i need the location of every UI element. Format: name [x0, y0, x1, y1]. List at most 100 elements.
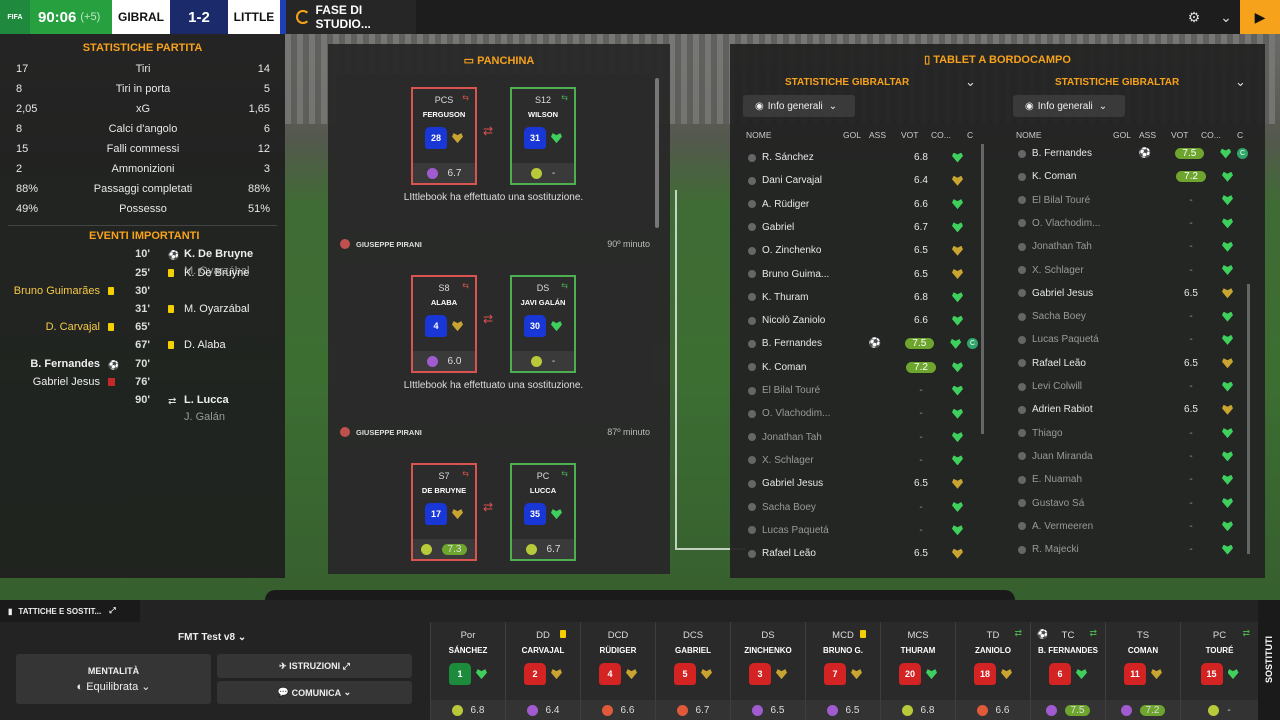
column-header[interactable]: C — [1237, 130, 1243, 140]
player-row[interactable]: Jonathan Tah - — [748, 426, 978, 449]
column-header[interactable]: CO... — [931, 130, 951, 140]
player-row[interactable]: R. Majecki - — [1018, 538, 1248, 561]
player-row[interactable]: Lucas Paquetá - — [1018, 328, 1248, 351]
chevron-down-icon[interactable]: ⌄ — [1235, 74, 1246, 90]
lineup-player[interactable]: DCS GABRIEL 5 6.7 — [655, 622, 730, 720]
lineup-player[interactable]: Por SÁNCHEZ 1 6.8 — [430, 622, 505, 720]
player-card-in[interactable]: PC LUCCA 35 6.7 ⇆ — [510, 463, 576, 561]
lineup-player[interactable]: PC TOURÉ 15- ⇄ — [1180, 622, 1258, 720]
player-card-in[interactable]: S12 WILSON 31- ⇆ — [510, 87, 576, 185]
lineup-player[interactable]: DD CARVAJAL 2 6.4 — [505, 622, 580, 720]
lineup-player[interactable]: DCD RÜDIGER 4 6.6 — [580, 622, 655, 720]
chevron-down-icon[interactable]: ⌄ — [1210, 0, 1242, 34]
player-row[interactable]: Rafael Leão 6.5 — [748, 542, 978, 565]
column-header[interactable]: GOL — [1113, 130, 1131, 140]
player-name: Rafael Leão — [1032, 357, 1086, 369]
player-row[interactable]: A. Vermeeren - — [1018, 515, 1248, 538]
player-card-in[interactable]: DS JAVI GALÁN 30- ⇆ — [510, 275, 576, 373]
player-row[interactable]: Gabriel Jesus 6.5 — [1018, 282, 1248, 305]
lineup-player[interactable]: TC B. FERNANDES 6 7.5 ⇄ ⚽ — [1030, 622, 1105, 720]
player-row[interactable]: Jonathan Tah - — [1018, 235, 1248, 258]
column-header[interactable]: NOME — [1016, 130, 1042, 140]
column-header[interactable]: ASS — [1139, 130, 1156, 140]
info-dropdown[interactable]: ◉ Info generali ⌄ — [1013, 95, 1125, 117]
match-phase[interactable]: FASE DI STUDIO... — [286, 0, 416, 34]
player-row[interactable]: Gustavo Sá - — [1018, 492, 1248, 515]
column-header[interactable]: GOL — [843, 130, 861, 140]
player-row[interactable]: Gabriel 6.7 — [748, 216, 978, 239]
player-row[interactable]: El Bilal Touré - — [1018, 189, 1248, 212]
rating-bar: - — [512, 351, 574, 371]
red-card-icon — [108, 378, 115, 386]
person-icon — [1018, 242, 1026, 251]
column-header[interactable]: CO... — [1201, 130, 1221, 140]
player-row[interactable]: K. Coman 7.2 — [748, 356, 978, 379]
column-header[interactable]: ASS — [869, 130, 886, 140]
player-row[interactable]: Sacha Boey - — [1018, 305, 1248, 328]
player-name: ALABA — [430, 298, 458, 307]
player-row[interactable]: X. Schlager - — [1018, 259, 1248, 282]
person-icon — [748, 339, 756, 348]
player-card-out[interactable]: S8 ALABA 4 6.0 ⇆ — [411, 275, 477, 373]
chevron-down-icon[interactable]: ⌄ — [965, 74, 976, 90]
player-row[interactable]: B. Fernandes ⚽ 7.5 C — [748, 332, 978, 355]
player-row[interactable]: Juan Miranda - — [1018, 445, 1248, 468]
player-card-out[interactable]: S7 DE BRUYNE 17 7.3 ⇆ — [411, 463, 477, 561]
player-row[interactable]: Levi Colwill - — [1018, 375, 1248, 398]
column-header[interactable]: VOT — [1171, 130, 1188, 140]
play-button[interactable]: ▶ — [1240, 0, 1280, 34]
column-header[interactable]: NOME — [746, 130, 772, 140]
player-row[interactable]: Rafael Leão 6.5 — [1018, 352, 1248, 375]
player-card-out[interactable]: PCS FERGUSON 28 6.7 ⇆ — [411, 87, 477, 185]
player-row[interactable]: Gabriel Jesus 6.5 — [748, 472, 978, 495]
player-row[interactable]: K. Thuram 6.8 — [748, 286, 978, 309]
stat-row: 15 Falli commessi 12 — [0, 139, 285, 159]
player-row[interactable]: Nicolò Zaniolo 6.6 — [748, 309, 978, 332]
scrollbar[interactable] — [981, 144, 984, 434]
lineup-player[interactable]: MCD BRUNO G. 7 6.5 — [805, 622, 880, 720]
stats-header[interactable]: STATISTICHE GIBRALTAR — [1055, 77, 1179, 88]
lineup-player[interactable]: MCS THURAM 20 6.8 — [880, 622, 955, 720]
player-row[interactable]: El Bilal Touré - — [748, 379, 978, 402]
player-row[interactable]: K. Coman 7.2 — [1018, 165, 1248, 188]
player-name: THURAM — [900, 646, 936, 655]
lineup-player[interactable]: TS COMAN 11 7.2 — [1105, 622, 1180, 720]
event-minute: 67' — [135, 339, 150, 351]
scrollbar[interactable] — [1247, 284, 1250, 554]
player-row[interactable]: Dani Carvajal 6.4 — [748, 169, 978, 192]
player-row[interactable]: O. Zinchenko 6.5 — [748, 239, 978, 262]
instructions-button[interactable]: ✈ ISTRUZIONI ⤢ — [217, 654, 412, 678]
player-row[interactable]: A. Rüdiger 6.6 — [748, 193, 978, 216]
stats-list: 17 Tiri 14 8 Tiri in porta 5 2,05 xG 1,65 8 Calci … — [0, 59, 285, 219]
info-dropdown[interactable]: ◉ Info generali ⌄ — [743, 95, 855, 117]
team-selector[interactable]: FMT Test v8 ⌄ — [178, 632, 246, 643]
stats-header[interactable]: STATISTICHE GIBRALTAR — [785, 77, 909, 88]
player-row[interactable]: Sacha Boey - — [748, 496, 978, 519]
player-row[interactable]: E. Nuamah - — [1018, 468, 1248, 491]
lineup-player[interactable]: TD ZANIOLO 18 6.6 ⇄ — [955, 622, 1030, 720]
player-row[interactable]: Adrien Rabiot 6.5 — [1018, 398, 1248, 421]
stat-away: 6 — [263, 123, 270, 135]
stat-home: 8 — [16, 83, 23, 95]
vote-cell: - — [919, 524, 923, 536]
scrollbar[interactable] — [655, 78, 659, 228]
player-row[interactable]: Thiago - — [1018, 422, 1248, 445]
gear-icon[interactable]: ⚙ — [1178, 0, 1210, 34]
communicate-button[interactable]: 💬 COMUNICA ⌄ — [217, 681, 412, 704]
player-row[interactable]: X. Schlager - — [748, 449, 978, 472]
rating-bar: 6.7 — [656, 700, 730, 720]
lineup-player[interactable]: DS ZINCHENKO 3 6.5 — [730, 622, 805, 720]
substitution-text: LIttlebook ha effettuato una sostituzion… — [403, 380, 584, 391]
tactics-tab[interactable]: ▮ TATTICHE E SOSTIT... ⤢ — [0, 600, 140, 622]
player-row[interactable]: O. Vlachodim... - — [748, 402, 978, 425]
player-row[interactable]: Bruno Guima... 6.5 — [748, 263, 978, 286]
player-row[interactable]: B. Fernandes ⚽ 7.5 C — [1018, 142, 1248, 165]
player-row[interactable]: R. Sánchez 6.8 — [748, 146, 978, 169]
person-icon — [748, 363, 756, 372]
subs-side-tab[interactable]: SOSTITUTI — [1258, 600, 1280, 720]
player-row[interactable]: O. Vlachodim... - — [1018, 212, 1248, 235]
player-row[interactable]: Lucas Paquetá - — [748, 519, 978, 542]
mentality-button[interactable]: MENTALITÀ ◐ Equilibrata ⌄ — [16, 654, 211, 704]
column-header[interactable]: VOT — [901, 130, 918, 140]
column-header[interactable]: C — [967, 130, 973, 140]
